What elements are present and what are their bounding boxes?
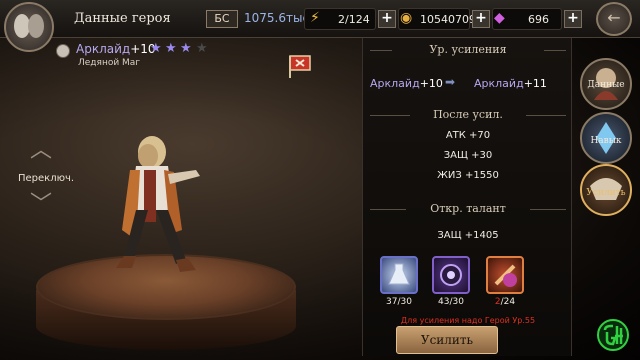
- crystal-potion-icon[interactable]: [380, 256, 418, 294]
- upgrade-button[interactable]: Усилить: [396, 326, 498, 354]
- stat-defense: ЗАЩ +30: [443, 150, 493, 161]
- star-icon: ★: [165, 41, 177, 56]
- stat-health: ЖИЗ +1550: [437, 170, 499, 181]
- hero-name: Арклайд+10: [76, 42, 156, 56]
- energy-value: 2/124: [338, 13, 370, 26]
- gem-icon: ◆: [494, 10, 505, 26]
- add-energy-button[interactable]: +: [378, 10, 396, 28]
- twin-faces-icon: [14, 14, 44, 38]
- stat-attack: АТК +70: [445, 130, 491, 141]
- bs-value: 1075.6тыс: [244, 11, 310, 25]
- dark-orb-icon[interactable]: [432, 256, 470, 294]
- previous-hero-button[interactable]: ︿: [26, 140, 56, 162]
- fire-scroll-icon[interactable]: [486, 256, 524, 294]
- star-icon: ★: [150, 41, 162, 56]
- next-hero-button[interactable]: ﹀: [26, 194, 56, 216]
- next-hero-name: Арклайд+11: [474, 77, 547, 90]
- add-gems-button[interactable]: +: [564, 10, 582, 28]
- item-need: /30: [397, 297, 412, 307]
- hero-model[interactable]: [100, 130, 220, 280]
- item-count: 43/30: [432, 297, 470, 307]
- gold-value: 10540709: [420, 13, 476, 26]
- item-count: 37/30: [380, 297, 418, 307]
- page-title: Данные героя: [74, 11, 171, 26]
- after-upgrade-header: После усил.: [433, 108, 503, 121]
- item-count: 2/24: [486, 297, 524, 307]
- arrow-right-icon: ➡: [445, 75, 456, 89]
- add-gold-button[interactable]: +: [472, 10, 490, 28]
- to-name-text: Арклайд: [474, 77, 524, 90]
- hero-name-text: Арклайд: [76, 42, 131, 56]
- item-need: /30: [449, 297, 464, 307]
- item-have: 43: [438, 297, 450, 307]
- staff-icon: [56, 44, 70, 58]
- side-tab-upgrade-label: Усилить: [586, 188, 626, 198]
- gems-value: 696: [528, 13, 549, 26]
- gold-coin-icon: ◉: [400, 10, 413, 26]
- star-icon: ★: [180, 41, 192, 56]
- bs-label: БС: [206, 10, 238, 28]
- back-button[interactable]: ←: [596, 2, 632, 36]
- from-name-text: Арклайд: [370, 77, 420, 90]
- lightning-icon: ⚡: [310, 10, 320, 26]
- side-tab-skill-label: Навык: [590, 136, 622, 146]
- to-plus: +11: [523, 77, 547, 90]
- current-hero-name: Арклайд+10: [370, 77, 443, 90]
- hero-portrait-badge[interactable]: [4, 2, 54, 52]
- talent-bonus: ЗАЩ +1405: [437, 230, 499, 241]
- star-empty-icon: ★: [196, 41, 208, 56]
- battle-flag-icon[interactable]: [286, 52, 314, 80]
- from-plus: +10: [419, 77, 443, 90]
- switch-label: Переключ.: [18, 173, 75, 184]
- upgrade-level-header: Ур. усиления: [429, 43, 507, 56]
- back-arrow-icon: ←: [607, 8, 621, 27]
- talent-header: Откр. талант: [430, 202, 506, 215]
- requirement-warning: Для усиления надо Герой Ур.55: [400, 316, 536, 325]
- publisher-logo: [590, 318, 636, 356]
- item-need: /24: [500, 297, 516, 307]
- item-have: 37: [386, 297, 398, 307]
- side-tab-data-label: Данные: [587, 80, 625, 90]
- hero-class: Ледяной Маг: [78, 58, 141, 68]
